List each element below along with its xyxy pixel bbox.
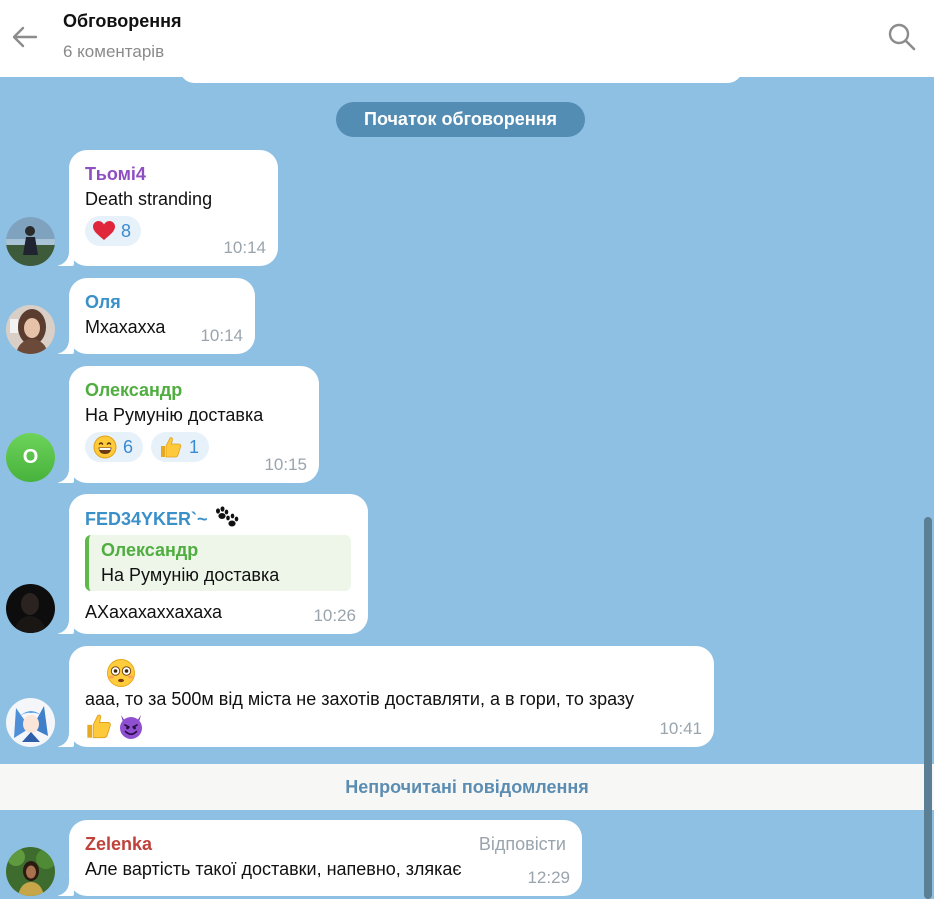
thumbs-up-icon	[161, 437, 182, 458]
message-time: 10:26	[313, 606, 356, 625]
avatar[interactable]	[6, 698, 55, 747]
heart-icon	[93, 221, 115, 240]
message-text: На Румунію доставка	[85, 405, 264, 425]
message-time: 12:29	[527, 868, 570, 887]
sender-name-text: FED34YKER`~	[85, 509, 208, 529]
avatar[interactable]	[6, 847, 55, 896]
avatar[interactable]	[6, 584, 55, 633]
comment-count: 6 коментарів	[63, 42, 165, 61]
paw-prints-icon	[215, 506, 238, 527]
search-button[interactable]	[886, 21, 918, 53]
reaction-thumbs-up[interactable]: 1	[151, 432, 210, 462]
avatar-photo	[6, 698, 55, 747]
sender-name[interactable]: Олександр	[85, 378, 303, 402]
flushed-face-icon	[107, 659, 135, 687]
thumbs-up-icon	[87, 714, 111, 739]
reaction-count: 6	[123, 436, 134, 457]
sender-name[interactable]: Тьомі4	[85, 162, 262, 186]
message-text: АХахахаххахаха	[85, 602, 223, 622]
quoted-sender: Олександр	[101, 540, 199, 560]
reaction-heart[interactable]: 8	[85, 216, 142, 246]
avatar[interactable]	[6, 305, 55, 354]
reply-quote[interactable]: Олександр На Румунію доставка	[85, 535, 351, 591]
message-bubble[interactable]: Оля Мхахахха 10:14	[58, 278, 255, 354]
message-time: 10:14	[200, 326, 243, 345]
avatar[interactable]	[6, 217, 55, 266]
message-emoji-line	[85, 658, 698, 687]
message-time: 10:14	[223, 238, 266, 257]
reply-button[interactable]: Відповісти	[479, 834, 566, 855]
search-icon	[888, 23, 916, 51]
reaction-count: 1	[189, 436, 200, 457]
message-bubble[interactable]: FED34YKER`~ Олександр На Румунію доставк…	[58, 494, 368, 634]
grinning-face-icon	[93, 435, 117, 459]
arrow-left-icon	[12, 26, 38, 48]
avatar-photo	[6, 847, 55, 896]
sender-name[interactable]: FED34YKER`~	[85, 506, 352, 531]
reaction-count: 8	[121, 220, 132, 241]
avatar-photo	[6, 584, 55, 633]
message-emoji-line	[85, 712, 698, 742]
message-time: 10:15	[264, 455, 307, 474]
message-bubble[interactable]: Zelenka Відповісти Але вартість такої до…	[58, 820, 582, 896]
message-list[interactable]: Початок обговорення Тьомі4 Death strandi…	[0, 77, 934, 899]
message-time: 10:41	[659, 719, 702, 738]
sender-name[interactable]: Оля	[85, 290, 239, 314]
page-title: Обговорення	[63, 11, 182, 31]
avatar-photo	[6, 305, 55, 354]
back-button[interactable]	[10, 22, 40, 52]
unread-messages-divider: Непрочитані повідомлення	[0, 764, 934, 810]
message-bubble[interactable]: Тьомі4 Death stranding 8 10:14	[58, 150, 278, 266]
message-text: Death stranding	[85, 189, 213, 209]
discussion-start-label: Початок обговорення	[336, 102, 585, 137]
reaction-grin[interactable]: 6	[85, 432, 144, 462]
avatar-photo	[6, 217, 55, 266]
quoted-text: На Румунію доставка	[101, 565, 280, 585]
message-bubble[interactable]: ааа, то за 500м від міста не захотів дос…	[58, 646, 714, 747]
previous-message-edge	[180, 77, 742, 83]
message-text: Але вартість такої доставки, напевно, зл…	[85, 859, 462, 879]
chat-header: Обговорення 6 коментарів	[0, 0, 934, 77]
message-text: ааа, то за 500м від міста не захотів дос…	[85, 689, 634, 709]
message-bubble[interactable]: Олександр На Румунію доставка 6 1 10:15	[58, 366, 319, 483]
smiling-devil-icon	[120, 715, 143, 739]
avatar-initial: О	[22, 446, 39, 468]
avatar[interactable]: О	[6, 433, 55, 482]
scrollbar-thumb[interactable]	[924, 517, 932, 899]
